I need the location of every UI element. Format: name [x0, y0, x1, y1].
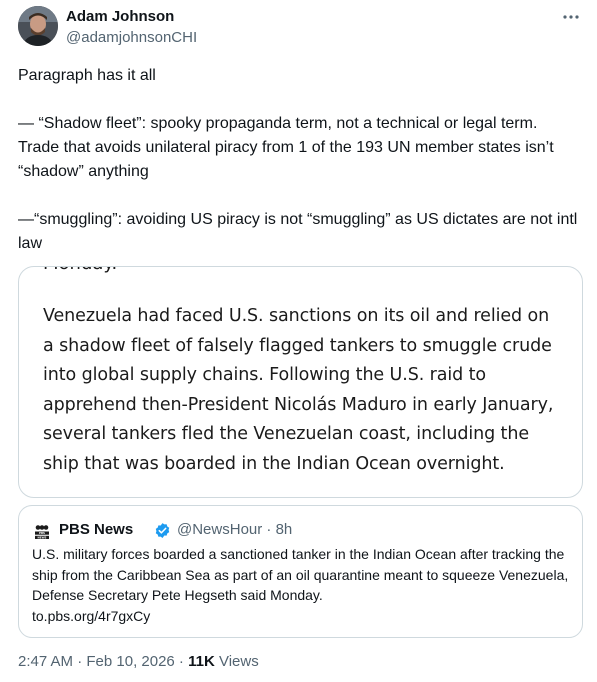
views-label: Views	[214, 653, 259, 670]
author-avatar[interactable]	[18, 6, 58, 46]
verified-badge-icon	[154, 522, 171, 539]
tweet-paragraph: Paragraph has it all	[18, 67, 156, 84]
views-count: 11K	[188, 653, 215, 670]
quoted-link[interactable]: to.pbs.org/4r7gxCy	[32, 606, 572, 627]
svg-text:NEWS: NEWS	[38, 535, 47, 539]
tweet-paragraph: —“smuggling”: avoiding US piracy is not …	[18, 211, 578, 252]
image-text: Venezuela had faced U.S. sanctions on it…	[43, 306, 554, 474]
quoted-body: U.S. military forces boarded a sanctione…	[32, 546, 569, 603]
author-name[interactable]: Adam Johnson	[66, 8, 174, 25]
pbs-news-logo-icon: PBS NEWS	[33, 523, 51, 541]
user-avatar-icon	[18, 6, 58, 46]
tweet: Adam Johnson @adamjohnsonCHI Paragraph h…	[0, 0, 597, 682]
timestamp[interactable]: 2:47 AM · Feb 10, 2026 ·	[18, 653, 188, 670]
tweet-meta: 2:47 AM · Feb 10, 2026 · 11K Views	[18, 653, 259, 670]
tweet-paragraph: — “Shadow fleet”: spooky propaganda term…	[18, 115, 554, 180]
more-options-icon[interactable]	[561, 10, 581, 24]
image-cut-line: Monday.	[43, 267, 117, 274]
quoted-author-name: PBS News	[59, 521, 134, 538]
tweet-text: Paragraph has it all — “Shadow fleet”: s…	[18, 64, 580, 256]
quoted-text: U.S. military forces boarded a sanctione…	[32, 544, 572, 626]
quoted-author-handle: @NewsHour · 8h	[177, 521, 293, 538]
attached-image[interactable]: Monday. Venezuela had faced U.S. sanctio…	[18, 266, 583, 498]
author-handle[interactable]: @adamjohnsonCHI	[66, 29, 197, 46]
quoted-tweet[interactable]: PBS NEWS PBS News @NewsHour · 8h U.S. mi…	[18, 505, 583, 638]
